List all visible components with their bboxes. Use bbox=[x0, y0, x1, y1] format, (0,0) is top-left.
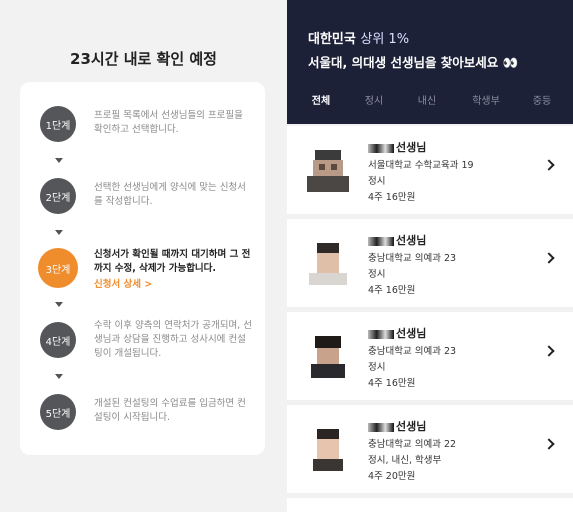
step-1-text: 프로필 목록에서 선생님들의 프로필을 확인하고 선택합니다. bbox=[94, 110, 243, 135]
down-arrow-icon bbox=[55, 374, 63, 379]
teacher-card-partial[interactable] bbox=[287, 498, 573, 512]
teacher-name: 선생님 bbox=[368, 139, 426, 155]
down-arrow-icon bbox=[55, 302, 63, 307]
teacher-school: 충남대학교 의예과 23 bbox=[368, 346, 457, 357]
teacher-photo bbox=[307, 429, 349, 471]
hero-banner: 대한민국 상위 1% 서울대, 의대생 선생님을 찾아보세요 👀 전체 정시 내… bbox=[287, 0, 573, 124]
teacher-type: 정시 bbox=[368, 362, 386, 373]
teacher-school: 충남대학교 의예과 23 bbox=[368, 253, 457, 264]
teacher-list-panel: 대한민국 상위 1% 서울대, 의대생 선생님을 찾아보세요 👀 전체 정시 내… bbox=[287, 0, 573, 512]
process-panel: 23시간 내로 확인 예정 1단계 프로필 목록에서 선생님들의 프로필을 확인… bbox=[0, 0, 287, 512]
teacher-photo bbox=[307, 150, 349, 192]
chevron-right-icon[interactable] bbox=[543, 438, 555, 450]
category-tabs: 전체 정시 내신 학생부 중등 bbox=[287, 92, 573, 114]
steps-card: 1단계 프로필 목록에서 선생님들의 프로필을 확인하고 선택합니다. 2단계 … bbox=[20, 82, 265, 455]
blurred-name bbox=[368, 143, 394, 153]
step-4-text: 수락 이후 양측의 연락처가 공개되며, 선생님과 상담을 진행하고 성사시에 … bbox=[94, 320, 252, 359]
process-title: 23시간 내로 확인 예정 bbox=[70, 50, 217, 68]
chevron-right-icon[interactable] bbox=[543, 345, 555, 357]
tab-student-record[interactable]: 학생부 bbox=[461, 92, 511, 114]
step-3-badge: 3단계 bbox=[38, 248, 78, 288]
tab-all[interactable]: 전체 bbox=[287, 92, 355, 114]
teacher-price: 4주 16만원 bbox=[368, 378, 416, 389]
teacher-photo bbox=[307, 243, 349, 285]
step-2-text: 선택한 선생님에게 양식에 맞는 신청서를 작성합니다. bbox=[94, 182, 246, 207]
teacher-type: 정시 bbox=[368, 269, 386, 280]
teacher-name: 선생님 bbox=[368, 232, 426, 248]
blurred-name bbox=[368, 422, 394, 432]
teacher-type: 정시, 내신, 학생부 bbox=[368, 455, 442, 466]
teacher-school: 서울대학교 수학교육과 19 bbox=[368, 160, 474, 171]
teacher-school: 충남대학교 의예과 22 bbox=[368, 439, 457, 450]
application-detail-link[interactable]: 신청서 상세 > bbox=[94, 278, 254, 292]
step-2-badge: 2단계 bbox=[40, 178, 76, 214]
teacher-price: 4주 16만원 bbox=[368, 285, 416, 296]
teacher-photo bbox=[307, 336, 349, 378]
teacher-card[interactable]: 선생님 서울대학교 수학교육과 19 정시 4주 16만원 bbox=[287, 126, 573, 214]
step-4-badge: 4단계 bbox=[40, 322, 76, 358]
teacher-price: 4주 16만원 bbox=[368, 192, 416, 203]
tab-naesin[interactable]: 내신 bbox=[393, 92, 461, 114]
tab-middle-school[interactable]: 중등 bbox=[511, 92, 573, 114]
hero-highlight: 상위 1% bbox=[360, 32, 410, 47]
step-5-badge: 5단계 bbox=[40, 394, 76, 430]
step-3-description: 신청서가 확인될 때까지 대기하며 그 전까지 수정, 삭제가 가능합니다. bbox=[94, 249, 251, 274]
blurred-name bbox=[368, 329, 394, 339]
teacher-name: 선생님 bbox=[368, 325, 426, 341]
hero-headline: 대한민국 상위 1% bbox=[308, 28, 409, 47]
step-5-text: 개설된 컨설팅의 수업료를 입금하면 컨설팅이 시작됩니다. bbox=[94, 398, 246, 423]
hero-headline-prefix: 대한민국 bbox=[308, 32, 361, 47]
step-1-badge: 1단계 bbox=[40, 106, 76, 142]
hero-subheadline: 서울대, 의대생 선생님을 찾아보세요 👀 bbox=[308, 55, 519, 70]
blurred-name bbox=[368, 236, 394, 246]
teacher-type: 정시 bbox=[368, 176, 386, 187]
down-arrow-icon bbox=[55, 230, 63, 235]
chevron-right-icon[interactable] bbox=[543, 159, 555, 171]
teacher-name: 선생님 bbox=[368, 418, 426, 434]
teacher-card[interactable]: 선생님 충남대학교 의예과 23 정시 4주 16만원 bbox=[287, 312, 573, 400]
teacher-card[interactable]: 선생님 충남대학교 의예과 23 정시 4주 16만원 bbox=[287, 219, 573, 307]
step-3-text: 신청서가 확인될 때까지 대기하며 그 전까지 수정, 삭제가 가능합니다. 신… bbox=[94, 248, 254, 292]
teacher-price: 4주 20만원 bbox=[368, 471, 416, 482]
down-arrow-icon bbox=[55, 158, 63, 163]
teacher-card[interactable]: 선생님 충남대학교 의예과 22 정시, 내신, 학생부 4주 20만원 bbox=[287, 405, 573, 493]
chevron-right-icon[interactable] bbox=[543, 252, 555, 264]
tab-jeongsi[interactable]: 정시 bbox=[355, 92, 393, 114]
